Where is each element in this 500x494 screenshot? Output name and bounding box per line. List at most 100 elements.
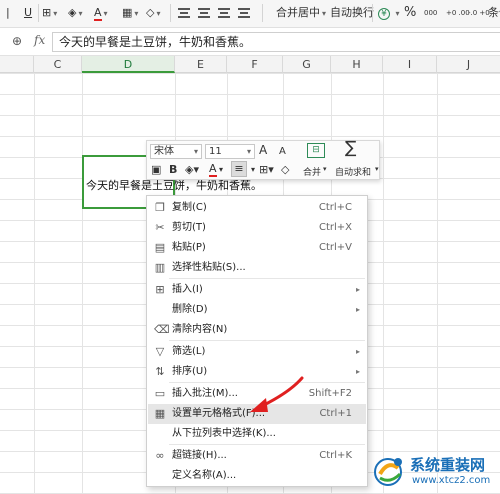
sigma-icon[interactable]: ∑ [345, 140, 356, 157]
column-header-f[interactable]: F [227, 56, 283, 73]
align-center-icon[interactable] [198, 4, 210, 22]
toolbar-divider [170, 4, 171, 22]
currency-icon[interactable]: ¥ [378, 4, 400, 22]
menu-item-label: 设置单元格格式(F)... [172, 408, 266, 419]
column-header-i[interactable]: I [383, 56, 437, 73]
menu-item-label: 定义名称(A)... [172, 470, 237, 481]
link-icon: ∞ [155, 449, 165, 462]
font-size-select[interactable]: 11 [205, 144, 255, 159]
menu-item-cut[interactable]: ✂ 剪切(T) Ctrl+X [148, 218, 366, 238]
column-header-row: C D E F G H I J [0, 56, 500, 73]
menu-item-label: 从下拉列表中选择(K)... [172, 428, 276, 439]
menu-item-label: 清除内容(N) [172, 324, 228, 335]
toolbar-divider [38, 4, 39, 22]
menu-item-shortcut: Ctrl+X [318, 222, 352, 233]
menu-separator [169, 382, 365, 383]
watermark-logo-icon [374, 458, 402, 486]
column-header-h[interactable]: H [331, 56, 383, 73]
menu-item-paste-special[interactable]: ▥ 选择性粘贴(S)... [148, 258, 366, 278]
menu-item-shortcut: Ctrl+V [318, 242, 352, 253]
merge-center-button[interactable]: 合并居中 [276, 4, 326, 22]
context-menu: ❐ 复制(C) Ctrl+C ✂ 剪切(T) Ctrl+X ▤ 粘贴(P) Ct… [146, 195, 368, 487]
formula-input[interactable]: 今天的早餐是土豆饼，牛奶和香蕉。 [52, 32, 500, 52]
column-header-c[interactable]: C [34, 56, 82, 73]
wrap-text-button[interactable]: 自动换行 [330, 4, 374, 22]
chevron-down-icon[interactable]: ▾ [323, 165, 327, 173]
shrink-font-button[interactable]: A [279, 145, 286, 159]
menu-item-define-name[interactable]: 定义名称(A)... [148, 466, 366, 486]
filter-icon: ▽ [155, 345, 165, 358]
align-center-icon[interactable]: ≡ [231, 161, 247, 177]
increase-decimal-button[interactable]: +0 .00 [446, 4, 470, 22]
merge-icon[interactable]: ⊟ [307, 143, 325, 158]
menu-separator [169, 278, 365, 279]
grow-font-button[interactable]: A [259, 143, 267, 157]
menu-item-label: 插入批注(M)... [172, 388, 238, 399]
font-name-select[interactable]: 宋体 [150, 144, 202, 159]
comment-icon: ▭ [154, 387, 166, 400]
thousands-button[interactable]: 000 [424, 4, 437, 22]
font-color-button[interactable]: A [209, 163, 217, 177]
align-right-icon[interactable] [218, 4, 230, 22]
align-left-icon[interactable] [178, 4, 190, 22]
paste-special-icon: ▥ [154, 261, 166, 274]
corner-cell[interactable] [0, 56, 34, 73]
menu-item-label: 插入(I) [172, 284, 203, 295]
ribbon-toolbar: | U ⊞ ◈ A ▦ ◇ 合并居中 自动换行 ¥ % 000 +0 .00 -… [0, 0, 500, 28]
format-painter-icon[interactable]: ▣ [151, 163, 161, 177]
chevron-down-icon[interactable]: ▾ [219, 163, 223, 177]
menu-item-shortcut: Ctrl+C [318, 202, 352, 213]
copy-icon: ❐ [155, 201, 165, 214]
watermark-title: 系统重装网 [410, 456, 486, 474]
justify-icon[interactable] [238, 4, 250, 22]
font-color-icon[interactable]: A [94, 4, 108, 22]
grid-line [34, 73, 35, 494]
fx-icon[interactable]: fx [34, 33, 45, 47]
menu-item-insert-comment[interactable]: ▭ 插入批注(M)... Shift+F2 [148, 384, 366, 404]
menu-item-paste[interactable]: ▤ 粘贴(P) Ctrl+V [148, 238, 366, 258]
eraser-icon: ⌫ [154, 323, 170, 336]
menu-item-label: 删除(D) [172, 304, 208, 315]
conditional-format-button[interactable]: 条件 [488, 4, 500, 22]
decrease-decimal-button[interactable]: -.0 +0 [468, 4, 490, 22]
menu-item-filter[interactable]: ▽ 筛选(L) ▸ [148, 342, 366, 362]
menu-item-shortcut: Shift+F2 [308, 388, 352, 399]
chevron-down-icon[interactable]: ▾ [375, 165, 379, 173]
menu-item-insert[interactable]: ⊞ 插入(I) ▸ [148, 280, 366, 300]
border-icon[interactable]: ⊞▾ [259, 163, 274, 177]
menu-item-clear-contents[interactable]: ⌫ 清除内容(N) [148, 320, 366, 340]
chevron-right-icon: ▸ [355, 305, 360, 314]
mini-format-toolbar: 宋体 11 A A ▣ B ◈▾ A ▾ ≡ ▾ ⊞▾ ◇ ⊟ 合并 ▾ ∑ 自… [146, 140, 380, 180]
menu-item-sort[interactable]: ⇅ 排序(U) ▸ [148, 362, 366, 382]
menu-item-copy[interactable]: ❐ 复制(C) Ctrl+C [148, 198, 366, 218]
eraser-icon[interactable]: ◇ [281, 163, 289, 177]
sort-icon: ⇅ [155, 365, 165, 378]
percent-button[interactable]: % [404, 4, 416, 22]
paste-icon: ▤ [154, 241, 166, 254]
italic-button[interactable]: | [6, 4, 10, 22]
autosum-button[interactable]: 自动求和 [335, 165, 371, 178]
column-header-g[interactable]: G [283, 56, 331, 73]
column-header-d[interactable]: D [82, 56, 175, 73]
fill-color-icon[interactable]: ◈▾ [185, 163, 199, 177]
underline-button[interactable]: U [24, 4, 32, 22]
border-icon[interactable]: ⊞ [42, 4, 57, 22]
grid-line [437, 73, 438, 494]
column-header-j[interactable]: J [437, 56, 500, 73]
toolbar-divider [372, 4, 373, 22]
watermark-url: www.xtcz2.com [412, 475, 491, 486]
bucket-icon[interactable]: ▦ [122, 4, 138, 22]
menu-item-delete[interactable]: 删除(D) ▸ [148, 300, 366, 320]
bold-button[interactable]: B [169, 163, 177, 177]
chevron-down-icon[interactable]: ▾ [251, 163, 255, 177]
zoom-icon[interactable]: ⊕ [12, 34, 22, 48]
menu-item-pick-from-list[interactable]: 从下拉列表中选择(K)... [148, 424, 366, 444]
grid-line [82, 73, 83, 494]
fill-color-icon[interactable]: ◈ [68, 4, 82, 22]
chevron-right-icon: ▸ [355, 285, 360, 294]
menu-item-hyperlink[interactable]: ∞ 超链接(H)... Ctrl+K [148, 446, 366, 466]
column-header-e[interactable]: E [175, 56, 227, 73]
menu-item-format-cells[interactable]: ▦ 设置单元格格式(F)... Ctrl+1 [148, 404, 366, 424]
merge-button[interactable]: 合并 [303, 165, 321, 178]
eraser-icon[interactable]: ◇ [146, 4, 160, 22]
